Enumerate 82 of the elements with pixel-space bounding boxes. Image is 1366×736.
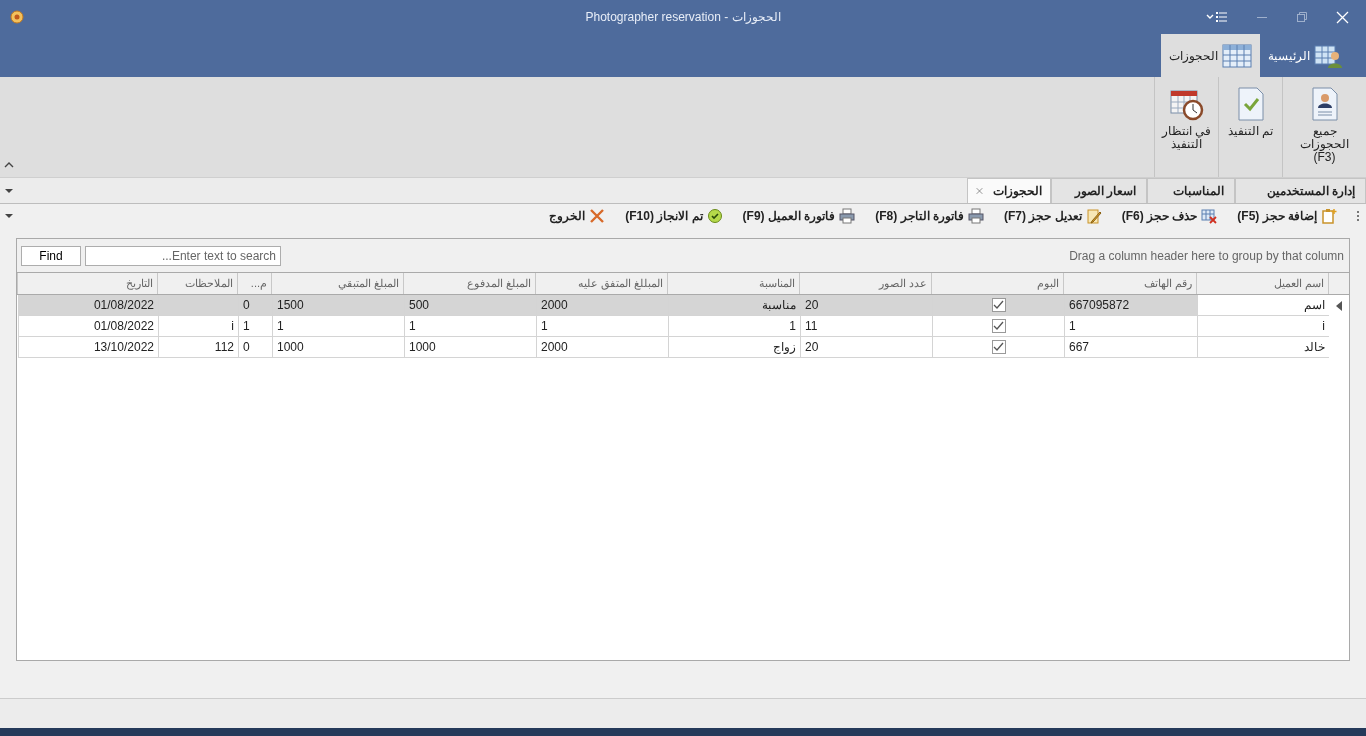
table-cell: 1: [272, 316, 404, 337]
table-cell: 112: [158, 337, 238, 358]
menu-icon[interactable]: [1206, 10, 1228, 24]
current-row-icon: [1336, 300, 1342, 311]
table-cell: 1000: [272, 337, 404, 358]
document-tab[interactable]: اسعار الصور: [1051, 178, 1147, 203]
toolbar-button[interactable]: فاتورة العميل (F9): [742, 208, 856, 224]
table-cell: i: [1197, 316, 1329, 337]
ribbon-tab[interactable]: الرئيسية: [1260, 34, 1350, 77]
toolbar-button[interactable]: إضافة حجز (F5): [1237, 208, 1337, 224]
person-document-icon: [1309, 87, 1340, 121]
document-tab[interactable]: إدارة المستخدمين: [1235, 178, 1366, 203]
toolbar-button[interactable]: تم الانجاز (F10): [625, 208, 723, 224]
table-cell: i: [158, 316, 238, 337]
table-cell: 13/10/2022: [18, 337, 158, 358]
table-cell: 500: [404, 295, 536, 316]
window-title: Photographer reservation - الحجوزات: [585, 10, 781, 24]
table-cell: 20: [800, 337, 932, 358]
grip-icon: [1357, 210, 1360, 222]
checkbox[interactable]: [991, 319, 1006, 333]
column-header[interactable]: التاريخ: [17, 273, 157, 294]
table-cell: 20: [800, 295, 932, 316]
table-cell: 667: [1064, 337, 1197, 358]
table-cell: زواج: [668, 337, 800, 358]
table-cell: 667095872: [1064, 295, 1197, 316]
column-header[interactable]: اسم العميل: [1196, 273, 1328, 294]
table-cell: 0: [238, 295, 272, 316]
close-icon: [589, 208, 606, 224]
table-cell: 1500: [272, 295, 404, 316]
table-cell: 2000: [536, 295, 668, 316]
search-field[interactable]: Enter text to search...: [85, 245, 281, 266]
table-cell: 2000: [536, 337, 668, 358]
column-header[interactable]: المبللغ المتفق عليه: [535, 273, 667, 294]
column-header[interactable]: م...: [237, 273, 271, 294]
table-cell: 1: [404, 316, 536, 337]
table-cell: 1: [1064, 316, 1197, 337]
table-delete-icon: [1201, 208, 1218, 224]
clipboard-add-icon: [1321, 208, 1337, 224]
column-header[interactable]: المبلغ المتبقي: [271, 273, 403, 294]
ribbon-button[interactable]: تم التنفيذ: [1218, 77, 1282, 177]
toolbar-button[interactable]: فاتورة التاجر (F8): [875, 208, 984, 224]
table-cell: خالد: [1197, 337, 1329, 358]
collapse-icon[interactable]: [4, 161, 14, 169]
toolbar-button[interactable]: تعديل حجز (F7): [1003, 208, 1102, 224]
table-cell: 0: [238, 337, 272, 358]
checkbox[interactable]: [991, 298, 1006, 312]
table-cell: 11: [800, 316, 932, 337]
calendar-clock-icon: [1169, 87, 1204, 121]
table-cell: 1: [238, 316, 272, 337]
column-header[interactable]: رقم الهاتف: [1063, 273, 1196, 294]
toolbar-button[interactable]: الخروج: [549, 208, 606, 224]
find-button[interactable]: Find: [21, 245, 81, 266]
document-tab[interactable]: المناسبات: [1147, 178, 1235, 203]
printer-icon: [967, 208, 984, 224]
app-icon: [10, 10, 24, 24]
group-hint: Drag a column header here to group by that column: [1069, 248, 1344, 263]
dropdown-icon[interactable]: [5, 213, 13, 219]
dropdown-icon[interactable]: [5, 187, 13, 194]
column-header[interactable]: الملاحظات: [157, 273, 237, 294]
checkbox[interactable]: [991, 340, 1006, 354]
column-header[interactable]: المناسبة: [667, 273, 799, 294]
table-cell: 01/08/2022: [18, 316, 158, 337]
printer-icon: [839, 208, 856, 224]
table-cell: مناسبة: [668, 295, 800, 316]
column-header[interactable]: البوم: [931, 273, 1063, 294]
table-cell: 1: [668, 316, 800, 337]
checked-document-icon: [1235, 87, 1266, 121]
table-cell: 1: [536, 316, 668, 337]
toolbar-button[interactable]: حذف حجز (F6): [1121, 208, 1218, 224]
ribbon-button[interactable]: في انتظار التنفيذ: [1154, 77, 1218, 177]
grid-person-icon: [1314, 42, 1342, 69]
table-cell: 1000: [404, 337, 536, 358]
ribbon-button[interactable]: جميع الحجوزات (F3): [1282, 77, 1366, 177]
table-icon: [1222, 42, 1252, 69]
table-cell: 01/08/2022: [18, 295, 158, 316]
ribbon-tab[interactable]: الحجوزات: [1161, 34, 1260, 77]
column-header[interactable]: المبلغ المدفوع: [403, 273, 535, 294]
check-circle-icon: [706, 208, 723, 224]
pencil-icon: [1085, 208, 1102, 224]
document-tab[interactable]: الحجوزات: [967, 178, 1051, 203]
table-cell: اسم: [1197, 295, 1329, 316]
column-header[interactable]: عدد الصور: [799, 273, 931, 294]
